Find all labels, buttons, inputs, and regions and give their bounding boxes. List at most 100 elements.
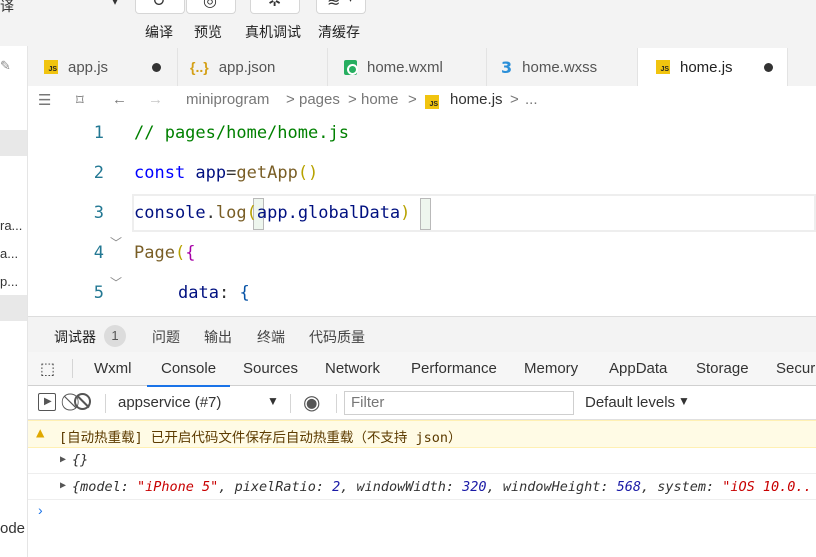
sidebar-item-fragment[interactable]: a... [0, 246, 18, 261]
breadcrumb-item[interactable]: home [361, 91, 399, 108]
code-line-2: const app=getApp() [134, 163, 319, 183]
chevron-down-icon[interactable]: ▾ [112, 0, 118, 8]
tab-security[interactable]: Securi [776, 360, 816, 377]
clear-cache-button[interactable]: ≋ ▾ [316, 0, 366, 14]
code-line-4: Page({ [134, 243, 196, 263]
tab-home-wxss[interactable]: 3 home.wxss [487, 48, 638, 86]
top-toolbar: 译 ▾ ↻ 编译 ◎ 预览 ✲ 真机调试 ≋ ▾ 清缓存 [0, 0, 816, 46]
code-line-5: data: { [178, 283, 250, 303]
fold-chevron-icon[interactable]: ﹀ [110, 274, 122, 291]
clear-console-icon[interactable] [74, 393, 91, 410]
json-file-icon: {..} [190, 59, 209, 75]
bookmark-icon[interactable]: ⌑ [76, 91, 84, 109]
divider [72, 359, 73, 378]
tab-console[interactable]: Console [146, 360, 231, 387]
eye-icon: ◎ [203, 0, 217, 10]
line-number: 1 [93, 123, 104, 143]
tab-memory[interactable]: Memory [524, 360, 578, 377]
breadcrumb: ☰ ⌑ ← → miniprogram > pages > home > JS … [28, 86, 816, 114]
breadcrumb-separator: > [510, 91, 519, 108]
sidebar-item-fragment[interactable]: ra... [0, 218, 22, 233]
compile-mode-label[interactable]: 译 [0, 0, 14, 16]
sidebar-item-fragment[interactable]: p... [0, 274, 18, 289]
console-prompt-icon[interactable]: › [38, 502, 43, 518]
tab-app-json[interactable]: {..} app.json [178, 48, 328, 86]
refresh-icon: ↻ [152, 0, 166, 10]
unsaved-dot-icon[interactable] [152, 63, 161, 72]
sidebar-toggle-icon[interactable]: ▶ [38, 393, 56, 411]
breadcrumb-separator: > [286, 91, 295, 108]
panel-tab-bar: 调试器 1 问题 输出 终端 代码质量 [28, 316, 816, 352]
console-toolbar: ▶ ⃠ appservice (#7) ▼ ◉ Filter Default l… [28, 387, 816, 420]
tab-sources[interactable]: Sources [243, 360, 298, 377]
console-log-row[interactable]: ▶ {model: "iPhone 5", pixelRatio: 2, win… [28, 474, 816, 500]
filter-input[interactable]: Filter [344, 391, 574, 415]
divider [336, 394, 337, 413]
clear-cache-label: 清缓存 [318, 24, 360, 40]
tab-label: home.js [680, 58, 733, 76]
eye-icon[interactable]: ◉ [303, 390, 320, 415]
tab-debugger[interactable]: 调试器 [54, 327, 96, 347]
breadcrumb-item[interactable]: miniprogram [186, 91, 269, 108]
remote-debug-button[interactable]: ✲ [250, 0, 300, 14]
caret-down-icon[interactable]: ▼ [267, 394, 279, 408]
tab-app-js[interactable]: JS app.js [30, 48, 178, 86]
wxml-file-icon [344, 59, 358, 75]
issue-count-badge: 1 [104, 325, 126, 347]
chevron-down-icon: ▾ [348, 0, 353, 5]
sidebar-item-fragment[interactable]: ode [0, 520, 25, 537]
compile-label: 编译 [145, 24, 173, 40]
back-arrow-icon[interactable]: ← [112, 91, 127, 108]
log-object: {model: "iPhone 5", pixelRatio: 2, windo… [72, 479, 812, 495]
js-file-icon: JS [425, 93, 439, 110]
remote-debug-label: 真机调试 [245, 24, 301, 40]
tab-wxml[interactable]: Wxml [94, 360, 132, 377]
console-warning-row: ▲ [自动热重载] 已开启代码文件保存后自动热重载（不支持 json） [28, 420, 816, 448]
fold-chevron-icon[interactable]: ﹀ [110, 234, 122, 251]
code-line-1: // pages/home/home.js [134, 123, 349, 143]
code-line-3: console.log(app.globalData) [134, 203, 411, 223]
tab-terminal[interactable]: 终端 [257, 327, 285, 347]
forward-arrow-icon[interactable]: → [148, 91, 163, 108]
unsaved-dot-icon[interactable] [764, 63, 773, 72]
tab-label: app.js [68, 58, 109, 76]
inspect-element-icon[interactable]: ⬚ [40, 359, 55, 379]
line-number: 5 [93, 283, 104, 303]
breadcrumb-separator: > [348, 91, 357, 108]
tab-performance[interactable]: Performance [411, 360, 497, 377]
sidebar-selected-item[interactable] [0, 295, 27, 321]
tab-problems[interactable]: 问题 [152, 327, 180, 347]
tab-home-js[interactable]: JS home.js [638, 48, 788, 86]
preview-button[interactable]: ◎ [186, 0, 236, 14]
divider [290, 394, 291, 413]
tab-home-wxml[interactable]: home.wxml [328, 48, 487, 86]
context-selector[interactable]: appservice (#7) [118, 394, 221, 411]
line-number: 4 [93, 243, 104, 263]
tab-output[interactable]: 输出 [204, 327, 232, 347]
breadcrumb-item[interactable]: home.js [450, 91, 503, 108]
divider [105, 394, 106, 413]
breadcrumb-item[interactable]: ... [525, 91, 538, 108]
code-editor[interactable]: 1 2 3 4 5 ﹀ ﹀ // pages/home/home.js cons… [28, 114, 816, 314]
tab-label: home.wxss [522, 58, 598, 76]
tab-network[interactable]: Network [325, 360, 380, 377]
log-levels-dropdown[interactable]: Default levels [585, 394, 675, 411]
tab-appdata[interactable]: AppData [609, 360, 667, 377]
compile-button[interactable]: ↻ [135, 0, 185, 14]
breadcrumb-separator: > [408, 91, 417, 108]
list-icon[interactable]: ☰ [38, 91, 51, 109]
console-log-row[interactable]: ▶ {} [28, 448, 816, 474]
line-number: 2 [93, 163, 104, 183]
warning-icon: ▲ [36, 425, 45, 441]
expand-triangle-icon[interactable]: ▶ [60, 480, 66, 491]
sidebar-selected-item[interactable] [0, 130, 27, 156]
tab-code-quality[interactable]: 代码质量 [309, 327, 365, 347]
tab-label: app.json [218, 58, 276, 76]
expand-triangle-icon[interactable]: ▶ [60, 454, 66, 465]
tab-storage[interactable]: Storage [696, 360, 749, 377]
caret-down-icon[interactable]: ▼ [678, 394, 690, 408]
breadcrumb-item[interactable]: pages [299, 91, 340, 108]
bug-icon: ✲ [268, 0, 282, 10]
log-object: {} [72, 452, 89, 468]
pin-icon[interactable]: ✎ [0, 58, 11, 74]
